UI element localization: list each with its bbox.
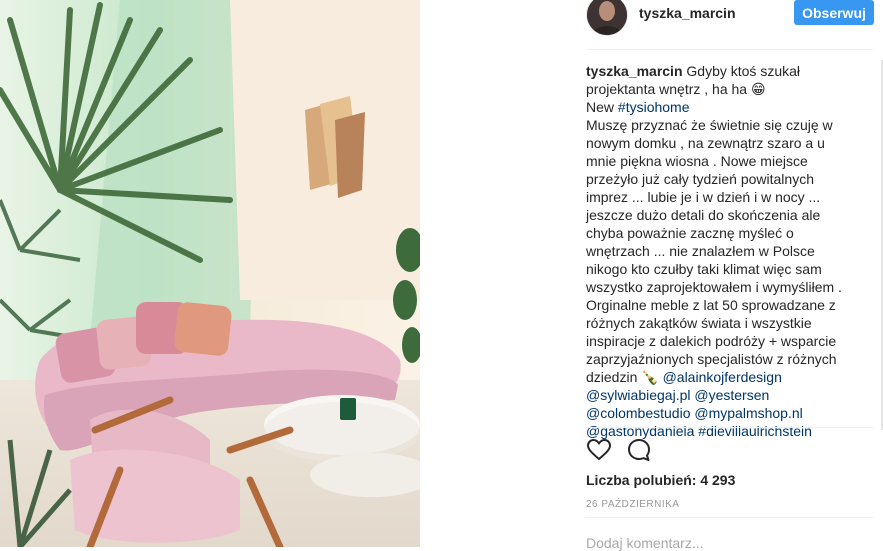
hashtag-link[interactable]: #dievillaulrichstein — [698, 423, 812, 439]
mention-link[interactable]: @colombestudio — [586, 405, 691, 421]
comment-input[interactable] — [586, 535, 866, 551]
username[interactable]: tyszka_marcin — [639, 5, 736, 21]
mention-link[interactable]: @mypalmshop.nl — [694, 405, 802, 421]
caption-body: Muszę przyznać że świetnie się czuję w n… — [586, 117, 842, 385]
hashtag-link[interactable]: #tysiohome — [618, 99, 690, 115]
divider — [586, 49, 873, 50]
post-date[interactable]: 26 PAŹDZIERNIKA — [586, 499, 679, 510]
post-header: tyszka_marcin Obserwuj — [586, 0, 874, 44]
caption-new-prefix: New — [586, 99, 618, 115]
divider — [586, 517, 873, 518]
interior-photo — [0, 0, 420, 547]
caption-username[interactable]: tyszka_marcin — [586, 63, 683, 79]
avatar[interactable] — [586, 0, 628, 36]
avatar-image — [587, 0, 627, 35]
follow-button[interactable]: Obserwuj — [794, 0, 874, 25]
likes-count[interactable]: Liczba polubień: 4 293 — [586, 472, 735, 488]
post-image[interactable] — [0, 0, 420, 547]
mention-link[interactable]: @sylwiabiegaj.pl — [586, 387, 690, 403]
comment-icon[interactable] — [626, 437, 652, 463]
heart-icon[interactable] — [586, 437, 612, 463]
post-actions — [586, 437, 686, 465]
caption: tyszka_marcin Gdyby ktoś szukał projekta… — [586, 62, 846, 440]
mention-link[interactable]: @yestersen — [694, 387, 769, 403]
divider — [586, 427, 873, 428]
mention-link[interactable]: @alainkojferdesign — [663, 369, 782, 385]
